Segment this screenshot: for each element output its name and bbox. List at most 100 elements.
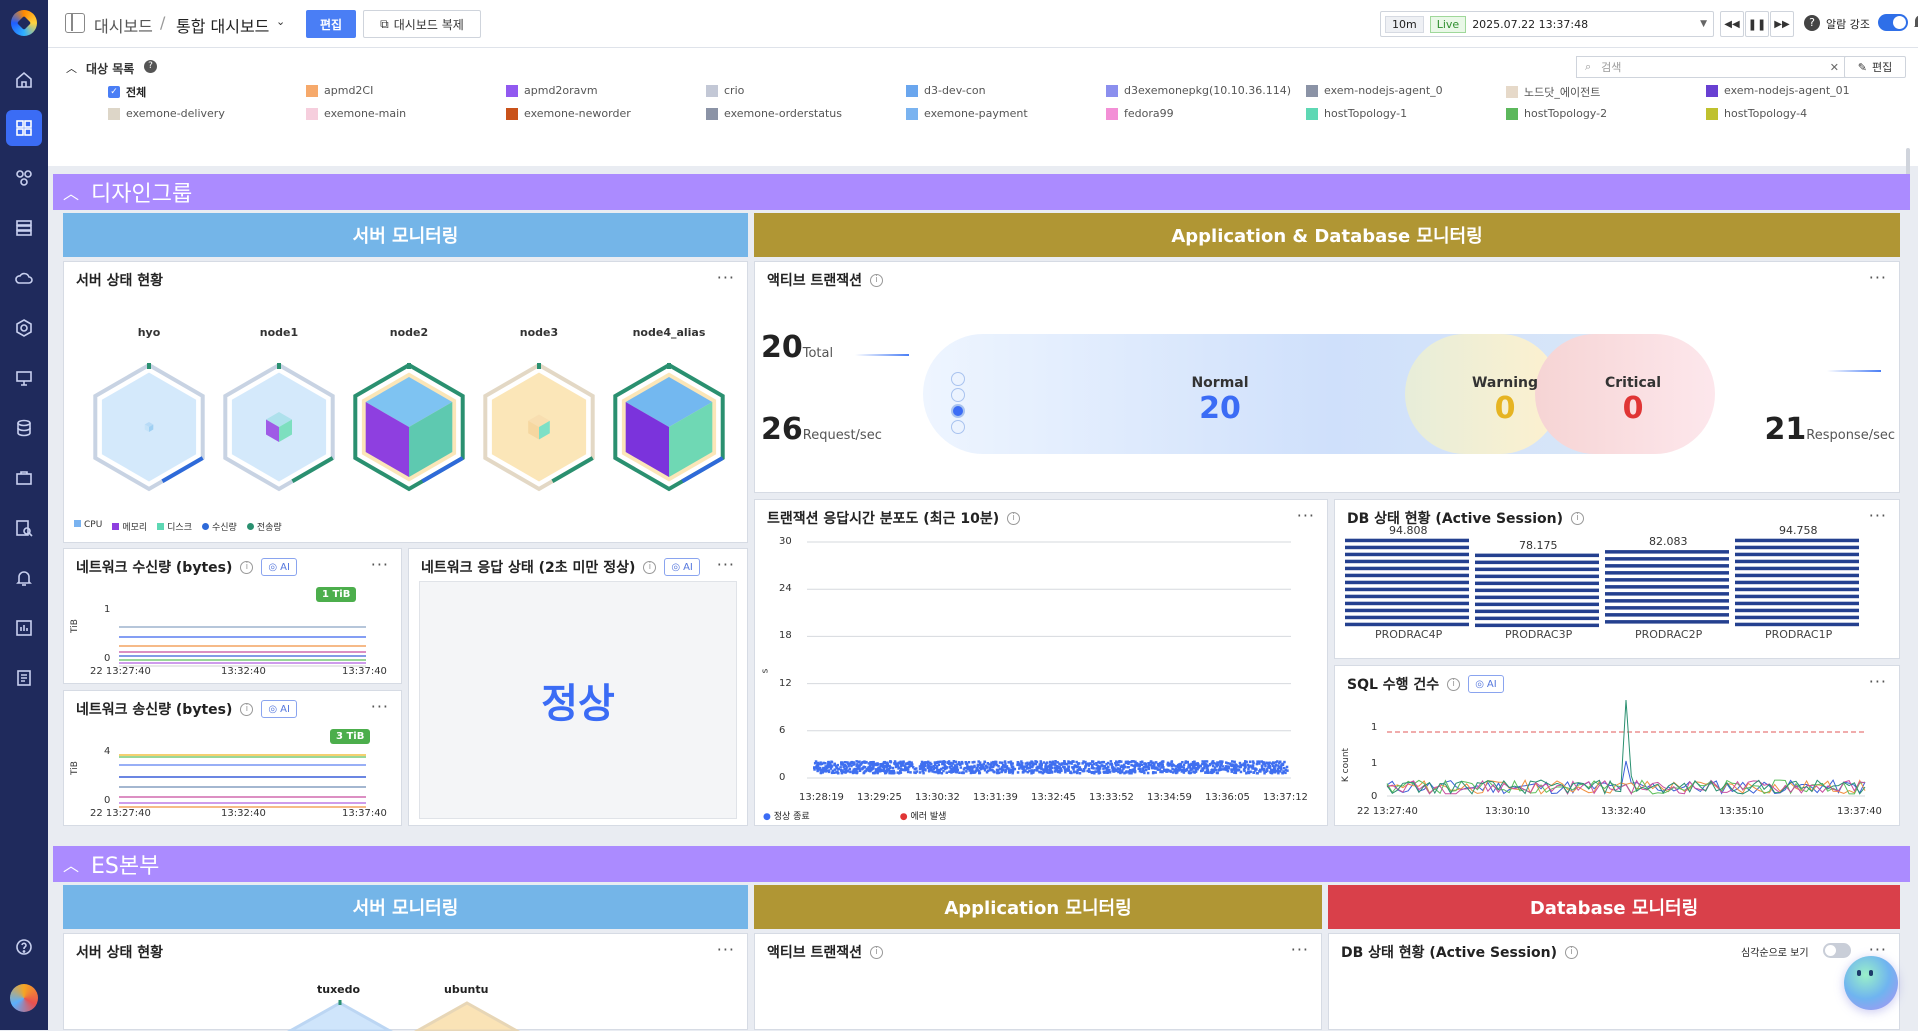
db-bar[interactable] <box>1735 538 1859 627</box>
ai-badge[interactable]: ◎ AI <box>664 558 700 576</box>
panel-title: 네트워크 송신량 (bytes) i ◎ AI <box>76 699 297 719</box>
target-item[interactable]: exem-nodejs-agent_01 <box>1706 84 1850 97</box>
target-item[interactable]: exem-nodejs-agent_0 <box>1306 84 1443 97</box>
target-item[interactable]: hostTopology-4 <box>1706 107 1807 120</box>
database-icon[interactable] <box>12 416 36 440</box>
critical-block[interactable]: Critical 0 <box>1598 375 1668 426</box>
target-item[interactable]: d3exemonepkg(10.10.36.114) <box>1106 84 1291 97</box>
db-bar[interactable] <box>1605 550 1729 624</box>
more-icon[interactable]: ··· <box>717 555 735 574</box>
clone-label: 대시보드 복제 <box>393 17 464 32</box>
more-icon[interactable]: ··· <box>1869 268 1887 287</box>
server-hexagons[interactable]: hyo node1 node2 node3 node4_alias <box>64 322 749 492</box>
server-hexagon[interactable] <box>613 362 725 492</box>
db-bar[interactable] <box>1345 538 1469 627</box>
target-item[interactable]: exemone-neworder <box>506 107 631 120</box>
help-circle-icon[interactable]: ? <box>1804 15 1820 31</box>
edit-button[interactable]: 편집 <box>306 10 356 38</box>
info-icon[interactable]: i <box>240 560 254 574</box>
sql-chart[interactable] <box>1335 666 1901 827</box>
breadcrumb-current[interactable]: 통합 대시보드 <box>176 13 269 37</box>
legend-item[interactable]: 메모리 <box>112 520 147 533</box>
help-icon[interactable] <box>12 935 36 959</box>
info-icon[interactable]: i <box>870 273 884 287</box>
target-item[interactable]: exemone-payment <box>906 107 1028 120</box>
alarm-highlight-toggle[interactable] <box>1878 14 1908 31</box>
ai-assistant-bubble[interactable] <box>1844 956 1898 1010</box>
dashboard-icon[interactable] <box>6 110 42 146</box>
db-bar[interactable] <box>1475 553 1599 628</box>
avatar[interactable] <box>10 984 38 1012</box>
server-hexagon[interactable] <box>223 362 335 492</box>
legend-item[interactable]: 수신량 <box>202 520 237 533</box>
legend-ok[interactable]: ● 정상 종료 <box>763 809 810 822</box>
pause-button[interactable]: ❚❚ <box>1745 11 1769 37</box>
collapse-chevron-icon[interactable]: ︿ <box>66 60 77 76</box>
cloud-icon[interactable] <box>12 266 36 290</box>
alert-bell-icon[interactable] <box>12 566 36 590</box>
more-icon[interactable]: ··· <box>1291 940 1309 959</box>
briefcase-icon[interactable] <box>12 466 36 490</box>
help-icon[interactable]: ? <box>144 60 157 73</box>
target-search-input[interactable]: ⌕ 검색 ✕ <box>1576 56 1848 78</box>
color-swatch <box>108 107 120 120</box>
more-icon[interactable]: ··· <box>717 940 735 959</box>
critical-value: 0 <box>1622 391 1644 426</box>
target-item[interactable]: exemone-orderstatus <box>706 107 842 120</box>
topology-icon[interactable] <box>12 166 36 190</box>
target-item[interactable]: exemone-delivery <box>108 107 225 120</box>
legend-item[interactable]: 디스크 <box>157 520 192 533</box>
ai-badge[interactable]: ◎ AI <box>261 558 297 576</box>
info-icon[interactable]: i <box>1564 945 1578 959</box>
group-header-design[interactable]: ︿ 디자인그룹 <box>53 174 1910 210</box>
legend-item[interactable]: 전송량 <box>246 520 282 533</box>
target-item[interactable]: apmd2CI <box>306 84 373 97</box>
breadcrumb-root[interactable]: 대시보드 <box>94 13 153 37</box>
forward-button[interactable]: ▶▶ <box>1770 11 1794 37</box>
server-hexagon[interactable] <box>93 362 205 492</box>
target-item[interactable]: 노드닷_에이전트 <box>1506 84 1600 100</box>
more-icon[interactable]: ··· <box>371 555 389 574</box>
legend-item[interactable]: CPU <box>74 520 102 533</box>
info-icon[interactable]: i <box>643 560 657 574</box>
group-header-es[interactable]: ︿ ES본부 <box>53 846 1910 882</box>
legend-error-label: 에러 발생 <box>910 812 947 822</box>
chevron-down-icon[interactable]: ⌄ <box>276 15 285 28</box>
info-icon[interactable]: i <box>240 702 254 716</box>
target-item[interactable]: crio <box>706 84 744 97</box>
clone-dashboard-button[interactable]: ⧉ 대시보드 복제 <box>363 10 481 38</box>
target-item[interactable]: d3-dev-con <box>906 84 986 97</box>
app-logo[interactable] <box>11 10 37 36</box>
monitor-icon[interactable] <box>12 366 36 390</box>
server-list-icon[interactable] <box>12 216 36 240</box>
warning-block[interactable]: Warning 0 <box>1470 375 1540 426</box>
report-icon[interactable] <box>12 616 36 640</box>
document-icon[interactable] <box>12 666 36 690</box>
analysis-icon[interactable] <box>12 516 36 540</box>
rewind-button[interactable]: ◀◀ <box>1720 11 1744 37</box>
kubernetes-icon[interactable] <box>12 316 36 340</box>
target-item[interactable]: apmd2oravm <box>506 84 598 97</box>
scatter-chart[interactable] <box>755 500 1329 827</box>
info-icon[interactable]: i <box>870 945 884 959</box>
panel-toggle-icon[interactable] <box>65 13 85 33</box>
home-icon[interactable] <box>12 68 36 92</box>
target-item[interactable]: fedora99 <box>1106 107 1174 120</box>
server-hexagon[interactable] <box>353 362 465 492</box>
target-edit-button[interactable]: ✎ 편집 <box>1844 56 1906 78</box>
target-item[interactable]: ✓ 전체 <box>108 84 146 100</box>
server-hexagons-2[interactable] <box>64 998 749 1031</box>
clear-icon[interactable]: ✕ <box>1830 61 1839 74</box>
target-item[interactable]: hostTopology-1 <box>1306 107 1407 120</box>
target-item[interactable]: exemone-main <box>306 107 406 120</box>
more-icon[interactable]: ··· <box>717 268 735 287</box>
time-range-picker[interactable]: 10m Live 2025.07.22 13:37:48 ▼ <box>1380 11 1714 37</box>
normal-block[interactable]: Normal 20 <box>1145 375 1295 426</box>
sort-toggle[interactable] <box>1823 943 1851 958</box>
legend-label: 디스크 <box>167 523 192 533</box>
ai-badge[interactable]: ◎ AI <box>261 700 297 718</box>
legend-error[interactable]: ● 에러 발생 <box>900 809 947 822</box>
server-hexagon[interactable] <box>483 362 595 492</box>
target-item[interactable]: hostTopology-2 <box>1506 107 1607 120</box>
more-icon[interactable]: ··· <box>371 697 389 716</box>
